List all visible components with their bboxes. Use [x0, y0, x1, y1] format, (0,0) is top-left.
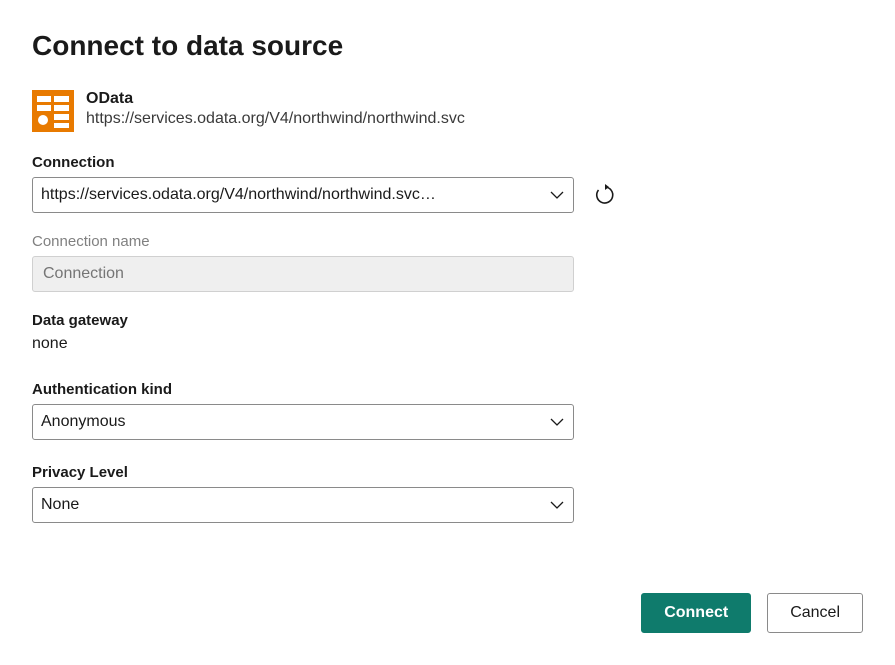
auth-kind-select[interactable]: Anonymous: [32, 404, 574, 440]
privacy-level-select[interactable]: None: [32, 487, 574, 523]
data-gateway-value: none: [32, 335, 863, 353]
button-row: Connect Cancel: [641, 593, 863, 633]
connection-name-label: Connection name: [32, 233, 863, 250]
privacy-level-label: Privacy Level: [32, 464, 863, 481]
connection-name-input: [32, 256, 574, 292]
source-url: https://services.odata.org/V4/northwind/…: [86, 110, 465, 128]
auth-kind-label: Authentication kind: [32, 381, 863, 398]
refresh-button[interactable]: [590, 180, 620, 210]
source-name: OData: [86, 90, 465, 108]
page-title: Connect to data source: [32, 30, 863, 62]
connect-button[interactable]: Connect: [641, 593, 751, 633]
cancel-button[interactable]: Cancel: [767, 593, 863, 633]
connection-select[interactable]: https://services.odata.org/V4/northwind/…: [32, 177, 574, 213]
odata-icon: [32, 90, 74, 132]
data-source-header: OData https://services.odata.org/V4/nort…: [32, 90, 863, 132]
connection-label: Connection: [32, 154, 863, 171]
data-gateway-label: Data gateway: [32, 312, 863, 329]
refresh-icon: [594, 184, 616, 206]
